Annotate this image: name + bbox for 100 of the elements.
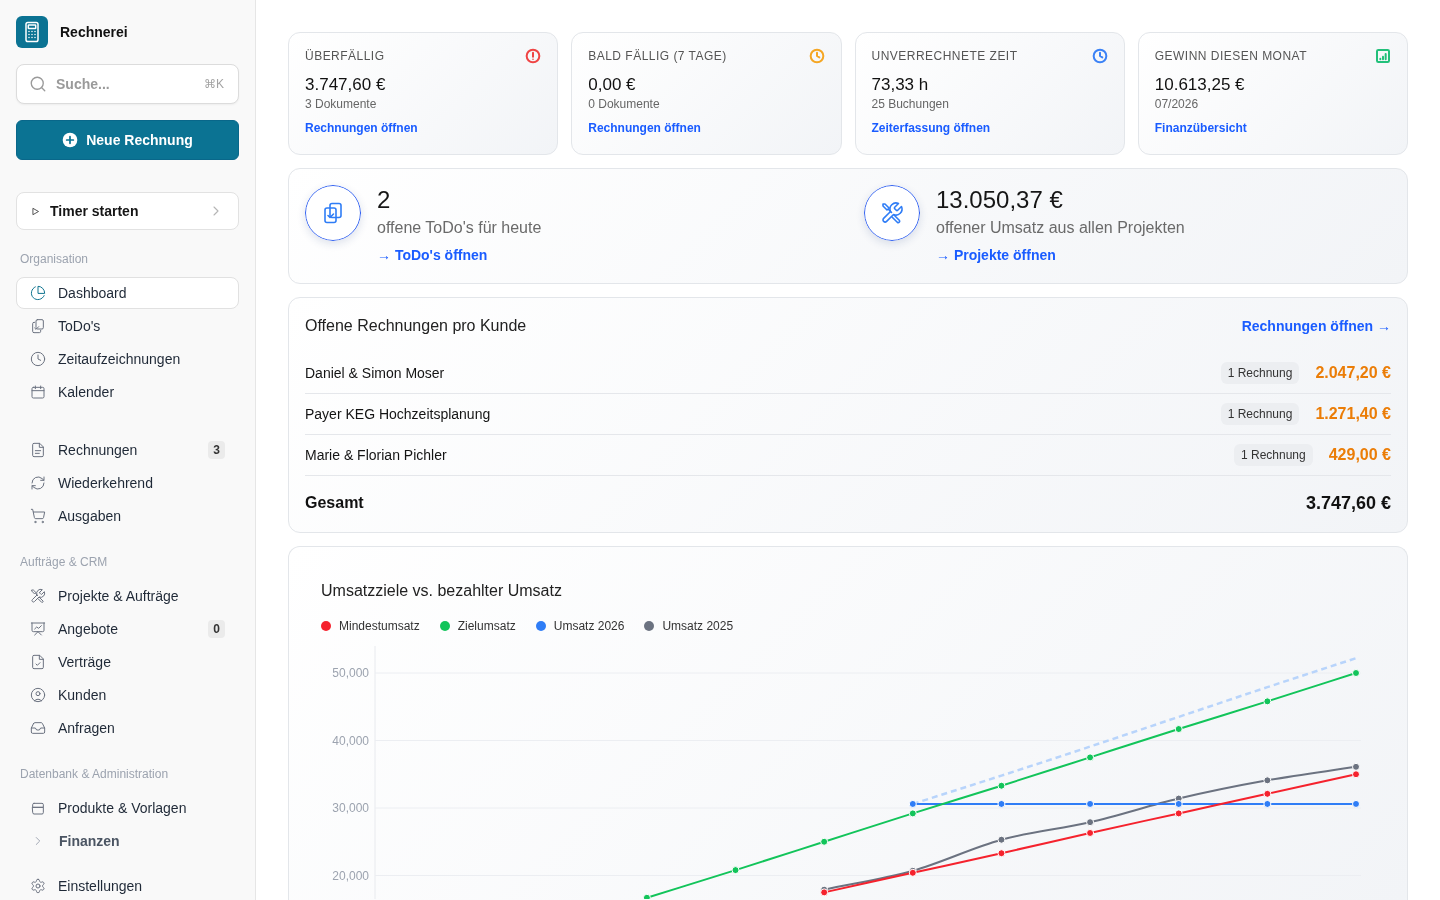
sidebar-item[interactable]: Einstellungen: [16, 872, 239, 900]
document-check-icon: [30, 654, 46, 670]
stat-detail: 25 Buchungen: [871, 96, 949, 112]
cart-icon: [30, 508, 46, 524]
summary-link[interactable]: → Projekte öffnen: [936, 243, 1056, 267]
data-point: [908, 799, 917, 808]
data-point: [1174, 809, 1183, 818]
sidebar-item[interactable]: Angebote 0: [16, 613, 239, 645]
section-heading: Datenbank & Administration: [20, 767, 170, 781]
user-circle-icon: [30, 687, 46, 703]
summary-text: offene ToDo's für heute: [377, 218, 542, 238]
app-name: Rechnerei: [60, 22, 128, 42]
data-point: [1086, 799, 1095, 808]
data-point: [1263, 697, 1272, 706]
panel-title: Offene Rechnungen pro Kunde: [305, 316, 527, 336]
axis-tick-label: 40,000: [332, 733, 369, 748]
stat-value: 3.747,60 €: [305, 74, 386, 96]
plus-circle-icon: [62, 132, 79, 148]
data-point: [1352, 669, 1360, 677]
box-icon: [30, 800, 46, 816]
data-point: [1086, 829, 1095, 837]
pie-chart-icon: [30, 285, 46, 301]
data-point: [820, 837, 829, 846]
stat-label: UNVERRECHNETE ZEIT: [871, 48, 1018, 64]
sidebar-item[interactable]: Wiederkehrend: [16, 467, 239, 499]
stat-label: ÜBERFÄLLIG: [305, 48, 385, 64]
stat-detail: 0 Dokumente: [588, 96, 660, 112]
total-amount: 3.747,60 €: [1305, 492, 1391, 515]
amount-text: 2.047,20 €: [1315, 363, 1391, 383]
chart-title: Umsatzziele vs. bezahlter Umsatz: [321, 581, 563, 601]
sidebar-item[interactable]: Kalender: [16, 376, 239, 408]
sidebar-item[interactable]: Ausgaben: [16, 500, 239, 532]
stat-detail: 07/2026: [1154, 96, 1199, 112]
data-point: [1263, 776, 1272, 785]
clock-icon: [30, 351, 46, 367]
amount-text: 1.271,40 €: [1315, 404, 1391, 424]
data-point: [1263, 799, 1272, 808]
section-heading: Aufträge & CRM: [20, 555, 109, 569]
tools-icon: [864, 185, 920, 241]
data-point: [997, 849, 1006, 858]
play-icon: [31, 206, 40, 216]
customer-name: Marie & Florian Pichler: [305, 445, 447, 465]
summary-value: 13.050,37 €: [936, 185, 1063, 215]
card-link[interactable]: Rechnungen öffnen: [305, 120, 418, 136]
tools-icon: [30, 588, 46, 604]
total-label: Gesamt: [305, 493, 364, 513]
legend-label: Zielumsatz: [457, 618, 516, 635]
shortcut-label: ⌘K: [204, 76, 224, 92]
card-link[interactable]: Finanzübersicht: [1154, 120, 1247, 136]
data-point: [997, 781, 1006, 790]
legend-label: Umsatz 2025: [662, 618, 734, 635]
sidebar-item[interactable]: Anfragen: [16, 712, 239, 744]
axis-tick-label: 50,000: [332, 666, 369, 680]
stat-value: 10.613,25 €: [1154, 74, 1245, 96]
legend-label: Mindestumsatz: [339, 618, 420, 635]
document-icon: [30, 442, 46, 458]
presentation-chart-icon: [30, 621, 46, 637]
data-point: [1174, 725, 1183, 734]
data-point: [1086, 818, 1095, 827]
legend-label: Umsatz 2026: [553, 618, 625, 635]
customer-name: Daniel & Simon Moser: [305, 363, 445, 383]
card-link[interactable]: Zeiterfassung öffnen: [871, 120, 991, 136]
sidebar-item[interactable]: Kunden: [16, 679, 239, 711]
inbox-icon: [30, 720, 46, 736]
data-point: [1263, 789, 1272, 798]
card-link[interactable]: Rechnungen öffnen: [588, 120, 701, 136]
data-point: [642, 893, 651, 900]
data-point: [1352, 799, 1360, 808]
sidebar-item[interactable]: ToDo's: [16, 310, 239, 342]
sidebar-item[interactable]: Rechnungen 3: [16, 434, 239, 466]
data-point: [908, 809, 917, 818]
sidebar-item[interactable]: Produkte & Vorlagen: [16, 792, 239, 824]
panel-link[interactable]: Rechnungen öffnen →: [1241, 315, 1391, 337]
calendar-icon: [30, 384, 46, 400]
stat-label: BALD FÄLLIG (7 TAGE): [588, 48, 727, 64]
new-invoice-button[interactable]: Neue Rechnung: [16, 120, 239, 160]
count-badge: 1 Rechnung: [1220, 362, 1300, 384]
refresh-icon: [30, 475, 46, 491]
timer-button[interactable]: Timer starten: [16, 192, 239, 230]
stat-detail: 3 Dokumente: [305, 96, 377, 112]
summary-link[interactable]: → ToDo's öffnen: [377, 243, 488, 267]
data-point: [820, 888, 829, 897]
customer-name: Payer KEG Hochzeitsplanung: [305, 404, 491, 424]
data-point: [731, 866, 740, 875]
sidebar-item[interactable]: Verträge: [16, 646, 239, 678]
stat-value: 73,33 h: [871, 74, 929, 96]
stat-label: GEWINN DIESEN MONAT: [1154, 48, 1307, 64]
sidebar-item[interactable]: Zeitaufzeichnungen: [16, 343, 239, 375]
count-badge: 3: [208, 441, 225, 459]
clipboard-check-icon: [30, 318, 46, 334]
search-icon: [29, 75, 47, 93]
data-point: [997, 799, 1006, 808]
stat-value: 0,00 €: [588, 74, 636, 96]
sidebar-item[interactable]: Finanzen: [16, 825, 239, 857]
count-badge: 0: [208, 620, 225, 638]
sidebar-item[interactable]: Dashboard: [16, 277, 239, 309]
sidebar-item[interactable]: Projekte & Aufträge: [16, 580, 239, 612]
summary-text: offener Umsatz aus allen Projekten: [936, 218, 1185, 238]
axis-tick-label: 20,000: [332, 868, 369, 883]
data-point: [1174, 799, 1183, 808]
